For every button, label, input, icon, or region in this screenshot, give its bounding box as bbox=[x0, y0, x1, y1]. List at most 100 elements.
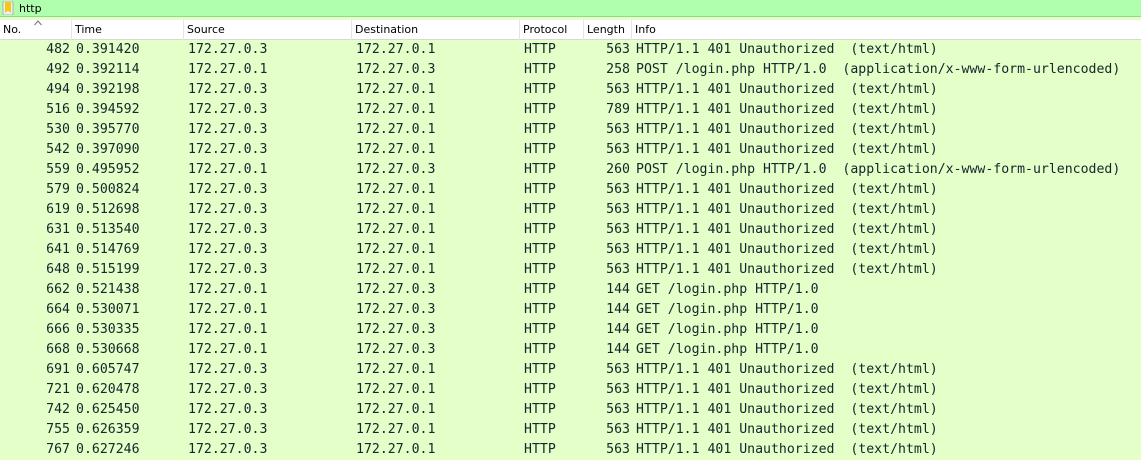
packet-info-cell: HTTP/1.1 401 Unauthorized (text/html) bbox=[636, 142, 938, 157]
packet-row[interactable]: 641 0.514769 172.27.0.3 172.27.0.1 HTTP 563 HT… bbox=[0, 240, 1141, 260]
packet-protocol-cell: HTTP bbox=[524, 222, 556, 237]
packet-no-cell: 668 bbox=[46, 342, 70, 357]
packet-row[interactable]: 492 0.392114 172.27.0.1 172.27.0.3 HTTP 258 PO… bbox=[0, 60, 1141, 80]
packet-info-cell: HTTP/1.1 401 Unauthorized (text/html) bbox=[636, 82, 938, 97]
packet-info-cell: HTTP/1.1 401 Unauthorized (text/html) bbox=[636, 422, 938, 437]
bookmark-icon[interactable] bbox=[2, 1, 14, 15]
packet-no-cell: 542 bbox=[46, 142, 70, 157]
packet-protocol-cell: HTTP bbox=[524, 342, 556, 357]
packet-row[interactable]: 631 0.513540 172.27.0.3 172.27.0.1 HTTP 563 HT… bbox=[0, 220, 1141, 240]
packet-no-cell: 641 bbox=[46, 242, 70, 257]
packet-destination-cell: 172.27.0.1 bbox=[356, 122, 436, 137]
column-header-info[interactable]: Info bbox=[632, 20, 1141, 40]
packet-row[interactable]: 662 0.521438 172.27.0.1 172.27.0.3 HTTP 144 GE… bbox=[0, 280, 1141, 300]
packet-source-cell: 172.27.0.3 bbox=[188, 382, 268, 397]
packet-length-cell: 563 bbox=[606, 142, 630, 157]
packet-protocol-cell: HTTP bbox=[524, 442, 556, 457]
display-filter-input[interactable] bbox=[19, 0, 1119, 17]
packet-source-cell: 172.27.0.3 bbox=[188, 262, 268, 277]
packet-protocol-cell: HTTP bbox=[524, 422, 556, 437]
packet-row[interactable]: 755 0.626359 172.27.0.3 172.27.0.1 HTTP 563 HT… bbox=[0, 420, 1141, 440]
packet-info-cell: HTTP/1.1 401 Unauthorized (text/html) bbox=[636, 262, 938, 277]
packet-row[interactable]: 691 0.605747 172.27.0.3 172.27.0.1 HTTP 563 HT… bbox=[0, 360, 1141, 380]
packet-row[interactable]: 666 0.530335 172.27.0.1 172.27.0.3 HTTP 144 GE… bbox=[0, 320, 1141, 340]
packet-row[interactable]: 668 0.530668 172.27.0.1 172.27.0.3 HTTP 144 GE… bbox=[0, 340, 1141, 360]
column-header-protocol[interactable]: Protocol bbox=[520, 20, 584, 40]
packet-row[interactable]: 542 0.397090 172.27.0.3 172.27.0.1 HTTP 563 HT… bbox=[0, 140, 1141, 160]
packet-no-cell: 579 bbox=[46, 182, 70, 197]
packet-info-cell: GET /login.php HTTP/1.0 bbox=[636, 302, 819, 317]
packet-info-cell: GET /login.php HTTP/1.0 bbox=[636, 342, 819, 357]
packet-length-cell: 563 bbox=[606, 402, 630, 417]
packet-row[interactable]: 579 0.500824 172.27.0.3 172.27.0.1 HTTP 563 HT… bbox=[0, 180, 1141, 200]
packet-source-cell: 172.27.0.1 bbox=[188, 162, 268, 177]
packet-length-cell: 563 bbox=[606, 42, 630, 57]
packet-source-cell: 172.27.0.1 bbox=[188, 342, 268, 357]
packet-time-cell: 0.500824 bbox=[76, 182, 140, 197]
packet-source-cell: 172.27.0.3 bbox=[188, 102, 268, 117]
packet-no-cell: 666 bbox=[46, 322, 70, 337]
packet-info-cell: HTTP/1.1 401 Unauthorized (text/html) bbox=[636, 402, 938, 417]
packet-length-cell: 563 bbox=[606, 122, 630, 137]
packet-no-cell: 619 bbox=[46, 202, 70, 217]
packet-row[interactable]: 619 0.512698 172.27.0.3 172.27.0.1 HTTP 563 HT… bbox=[0, 200, 1141, 220]
packet-no-cell: 648 bbox=[46, 262, 70, 277]
packet-row[interactable]: 516 0.394592 172.27.0.3 172.27.0.1 HTTP 789 HT… bbox=[0, 100, 1141, 120]
packet-row[interactable]: 530 0.395770 172.27.0.3 172.27.0.1 HTTP 563 HT… bbox=[0, 120, 1141, 140]
packet-length-cell: 563 bbox=[606, 242, 630, 257]
sort-ascending-icon bbox=[34, 20, 42, 26]
packet-no-cell: 742 bbox=[46, 402, 70, 417]
packet-no-cell: 691 bbox=[46, 362, 70, 377]
packet-source-cell: 172.27.0.3 bbox=[188, 122, 268, 137]
packet-protocol-cell: HTTP bbox=[524, 182, 556, 197]
packet-row[interactable]: 742 0.625450 172.27.0.3 172.27.0.1 HTTP 563 HT… bbox=[0, 400, 1141, 420]
packet-length-cell: 563 bbox=[606, 222, 630, 237]
packet-source-cell: 172.27.0.3 bbox=[188, 42, 268, 57]
column-header-source[interactable]: Source bbox=[184, 20, 352, 40]
packet-source-cell: 172.27.0.3 bbox=[188, 402, 268, 417]
packet-source-cell: 172.27.0.1 bbox=[188, 62, 268, 77]
packet-time-cell: 0.392198 bbox=[76, 82, 140, 97]
packet-source-cell: 172.27.0.3 bbox=[188, 202, 268, 217]
packet-no-cell: 664 bbox=[46, 302, 70, 317]
packet-source-cell: 172.27.0.3 bbox=[188, 442, 268, 457]
packet-protocol-cell: HTTP bbox=[524, 322, 556, 337]
packet-destination-cell: 172.27.0.1 bbox=[356, 142, 436, 157]
packet-length-cell: 563 bbox=[606, 262, 630, 277]
packet-source-cell: 172.27.0.1 bbox=[188, 302, 268, 317]
packet-protocol-cell: HTTP bbox=[524, 402, 556, 417]
packet-time-cell: 0.626359 bbox=[76, 422, 140, 437]
packet-row[interactable]: 648 0.515199 172.27.0.3 172.27.0.1 HTTP 563 HT… bbox=[0, 260, 1141, 280]
packet-row[interactable]: 664 0.530071 172.27.0.1 172.27.0.3 HTTP 144 GE… bbox=[0, 300, 1141, 320]
packet-source-cell: 172.27.0.3 bbox=[188, 422, 268, 437]
packet-info-cell: HTTP/1.1 401 Unauthorized (text/html) bbox=[636, 122, 938, 137]
packet-row[interactable]: 559 0.495952 172.27.0.1 172.27.0.3 HTTP 260 PO… bbox=[0, 160, 1141, 180]
packet-info-cell: HTTP/1.1 401 Unauthorized (text/html) bbox=[636, 202, 938, 217]
packet-source-cell: 172.27.0.1 bbox=[188, 282, 268, 297]
packet-destination-cell: 172.27.0.1 bbox=[356, 442, 436, 457]
packet-row[interactable]: 494 0.392198 172.27.0.3 172.27.0.1 HTTP 563 HT… bbox=[0, 80, 1141, 100]
packet-time-cell: 0.530668 bbox=[76, 342, 140, 357]
packet-row[interactable]: 767 0.627246 172.27.0.3 172.27.0.1 HTTP 563 HT… bbox=[0, 440, 1141, 460]
packet-destination-cell: 172.27.0.3 bbox=[356, 342, 436, 357]
column-header-destination[interactable]: Destination bbox=[352, 20, 520, 40]
packet-length-cell: 563 bbox=[606, 182, 630, 197]
packet-source-cell: 172.27.0.3 bbox=[188, 362, 268, 377]
packet-row[interactable]: 721 0.620478 172.27.0.3 172.27.0.1 HTTP 563 HT… bbox=[0, 380, 1141, 400]
packet-destination-cell: 172.27.0.1 bbox=[356, 242, 436, 257]
packet-destination-cell: 172.27.0.1 bbox=[356, 362, 436, 377]
column-header-time[interactable]: Time bbox=[72, 20, 184, 40]
packet-protocol-cell: HTTP bbox=[524, 82, 556, 97]
packet-length-cell: 144 bbox=[606, 282, 630, 297]
packet-no-cell: 631 bbox=[46, 222, 70, 237]
packet-row[interactable]: 482 0.391420 172.27.0.3 172.27.0.1 HTTP 563 HT… bbox=[0, 40, 1141, 60]
packet-destination-cell: 172.27.0.3 bbox=[356, 62, 436, 77]
column-header-length[interactable]: Length bbox=[584, 20, 632, 40]
packet-protocol-cell: HTTP bbox=[524, 302, 556, 317]
packet-info-cell: HTTP/1.1 401 Unauthorized (text/html) bbox=[636, 382, 938, 397]
packet-destination-cell: 172.27.0.1 bbox=[356, 262, 436, 277]
packet-protocol-cell: HTTP bbox=[524, 122, 556, 137]
packet-source-cell: 172.27.0.3 bbox=[188, 182, 268, 197]
packet-info-cell: HTTP/1.1 401 Unauthorized (text/html) bbox=[636, 362, 938, 377]
packet-time-cell: 0.515199 bbox=[76, 262, 140, 277]
